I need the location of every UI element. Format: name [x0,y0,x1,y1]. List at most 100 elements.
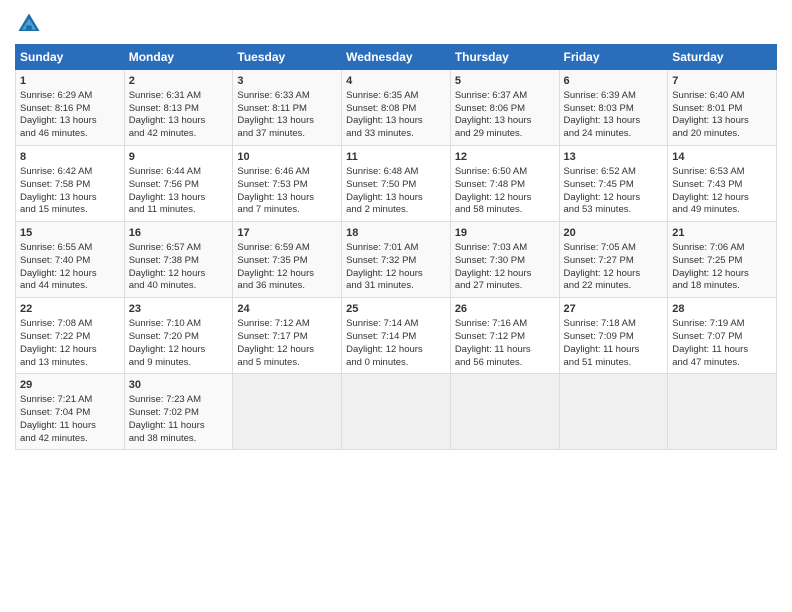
day-info-line: and 49 minutes. [672,204,772,217]
day-number: 17 [237,226,337,241]
calendar-table: SundayMondayTuesdayWednesdayThursdayFrid… [15,44,777,450]
day-info-line: and 2 minutes. [346,204,446,217]
calendar-cell: 2Sunrise: 6:31 AMSunset: 8:13 PMDaylight… [124,70,233,146]
day-info-line: Daylight: 11 hours [20,420,120,433]
day-number: 30 [129,378,229,393]
day-info-line: Sunset: 8:03 PM [564,103,664,116]
day-number: 11 [346,150,446,165]
weekday-header-saturday: Saturday [668,45,777,70]
day-info-line: Sunset: 7:43 PM [672,179,772,192]
day-info-line: Sunrise: 6:33 AM [237,90,337,103]
day-info-line: Sunrise: 7:23 AM [129,394,229,407]
day-info-line: Sunrise: 7:14 AM [346,318,446,331]
day-info-line: Daylight: 13 hours [346,192,446,205]
day-info-line: and 53 minutes. [564,204,664,217]
day-info-line: and 15 minutes. [20,204,120,217]
header [15,10,777,38]
week-row-4: 22Sunrise: 7:08 AMSunset: 7:22 PMDayligh… [16,298,777,374]
day-info-line: Sunrise: 6:29 AM [20,90,120,103]
calendar-cell: 24Sunrise: 7:12 AMSunset: 7:17 PMDayligh… [233,298,342,374]
calendar-cell: 21Sunrise: 7:06 AMSunset: 7:25 PMDayligh… [668,222,777,298]
day-info-line: Daylight: 11 hours [455,344,555,357]
day-info-line: Sunrise: 6:37 AM [455,90,555,103]
week-row-1: 1Sunrise: 6:29 AMSunset: 8:16 PMDaylight… [16,70,777,146]
calendar-cell: 26Sunrise: 7:16 AMSunset: 7:12 PMDayligh… [450,298,559,374]
calendar-cell: 27Sunrise: 7:18 AMSunset: 7:09 PMDayligh… [559,298,668,374]
day-info-line: Sunrise: 6:44 AM [129,166,229,179]
day-number: 28 [672,302,772,317]
day-info-line: Daylight: 13 hours [237,192,337,205]
day-info-line: Sunset: 7:02 PM [129,407,229,420]
day-info-line: Sunset: 8:11 PM [237,103,337,116]
day-info-line: Sunrise: 6:46 AM [237,166,337,179]
day-number: 6 [564,74,664,89]
day-info-line: Sunset: 7:27 PM [564,255,664,268]
day-info-line: Sunrise: 6:48 AM [346,166,446,179]
day-info-line: Sunrise: 7:18 AM [564,318,664,331]
week-row-2: 8Sunrise: 6:42 AMSunset: 7:58 PMDaylight… [16,146,777,222]
calendar-cell [342,374,451,450]
day-info-line: Sunrise: 7:08 AM [20,318,120,331]
day-info-line: and 7 minutes. [237,204,337,217]
day-info-line: and 13 minutes. [20,357,120,370]
day-number: 24 [237,302,337,317]
day-info-line: and 42 minutes. [129,128,229,141]
weekday-header-friday: Friday [559,45,668,70]
day-info-line: Sunrise: 7:21 AM [20,394,120,407]
day-info-line: Daylight: 11 hours [129,420,229,433]
day-number: 27 [564,302,664,317]
day-info-line: Sunset: 7:14 PM [346,331,446,344]
weekday-header-monday: Monday [124,45,233,70]
day-number: 9 [129,150,229,165]
day-info-line: and 40 minutes. [129,280,229,293]
day-info-line: Sunset: 7:20 PM [129,331,229,344]
calendar-cell: 15Sunrise: 6:55 AMSunset: 7:40 PMDayligh… [16,222,125,298]
day-number: 3 [237,74,337,89]
calendar-cell [559,374,668,450]
day-info-line: Sunset: 7:07 PM [672,331,772,344]
day-info-line: Daylight: 12 hours [20,268,120,281]
day-info-line: Sunrise: 6:55 AM [20,242,120,255]
calendar-cell: 19Sunrise: 7:03 AMSunset: 7:30 PMDayligh… [450,222,559,298]
logo-icon [15,10,43,38]
day-info-line: Sunset: 8:01 PM [672,103,772,116]
calendar-cell: 13Sunrise: 6:52 AMSunset: 7:45 PMDayligh… [559,146,668,222]
day-info-line: and 33 minutes. [346,128,446,141]
day-number: 22 [20,302,120,317]
day-info-line: Daylight: 12 hours [20,344,120,357]
day-info-line: Sunset: 7:32 PM [346,255,446,268]
day-info-line: Sunrise: 7:01 AM [346,242,446,255]
day-info-line: and 58 minutes. [455,204,555,217]
calendar-cell: 12Sunrise: 6:50 AMSunset: 7:48 PMDayligh… [450,146,559,222]
calendar-cell: 20Sunrise: 7:05 AMSunset: 7:27 PMDayligh… [559,222,668,298]
day-info-line: Sunset: 7:58 PM [20,179,120,192]
logo [15,10,47,38]
day-info-line: Sunrise: 6:35 AM [346,90,446,103]
day-number: 10 [237,150,337,165]
day-number: 1 [20,74,120,89]
day-info-line: and 38 minutes. [129,433,229,446]
calendar-cell: 4Sunrise: 6:35 AMSunset: 8:08 PMDaylight… [342,70,451,146]
day-info-line: and 31 minutes. [346,280,446,293]
day-info-line: Sunset: 7:22 PM [20,331,120,344]
calendar-cell: 14Sunrise: 6:53 AMSunset: 7:43 PMDayligh… [668,146,777,222]
day-info-line: Daylight: 13 hours [129,192,229,205]
day-info-line: Sunset: 7:17 PM [237,331,337,344]
day-info-line: and 47 minutes. [672,357,772,370]
day-info-line: Sunset: 7:25 PM [672,255,772,268]
day-number: 19 [455,226,555,241]
day-info-line: and 37 minutes. [237,128,337,141]
day-number: 29 [20,378,120,393]
calendar-cell: 1Sunrise: 6:29 AMSunset: 8:16 PMDaylight… [16,70,125,146]
day-number: 5 [455,74,555,89]
day-info-line: Sunset: 7:48 PM [455,179,555,192]
day-info-line: Daylight: 12 hours [129,344,229,357]
day-number: 4 [346,74,446,89]
day-info-line: Sunrise: 6:52 AM [564,166,664,179]
day-info-line: Sunset: 7:38 PM [129,255,229,268]
calendar-cell: 25Sunrise: 7:14 AMSunset: 7:14 PMDayligh… [342,298,451,374]
day-info-line: and 0 minutes. [346,357,446,370]
day-info-line: Daylight: 13 hours [672,115,772,128]
calendar-cell: 16Sunrise: 6:57 AMSunset: 7:38 PMDayligh… [124,222,233,298]
day-info-line: Sunset: 8:08 PM [346,103,446,116]
